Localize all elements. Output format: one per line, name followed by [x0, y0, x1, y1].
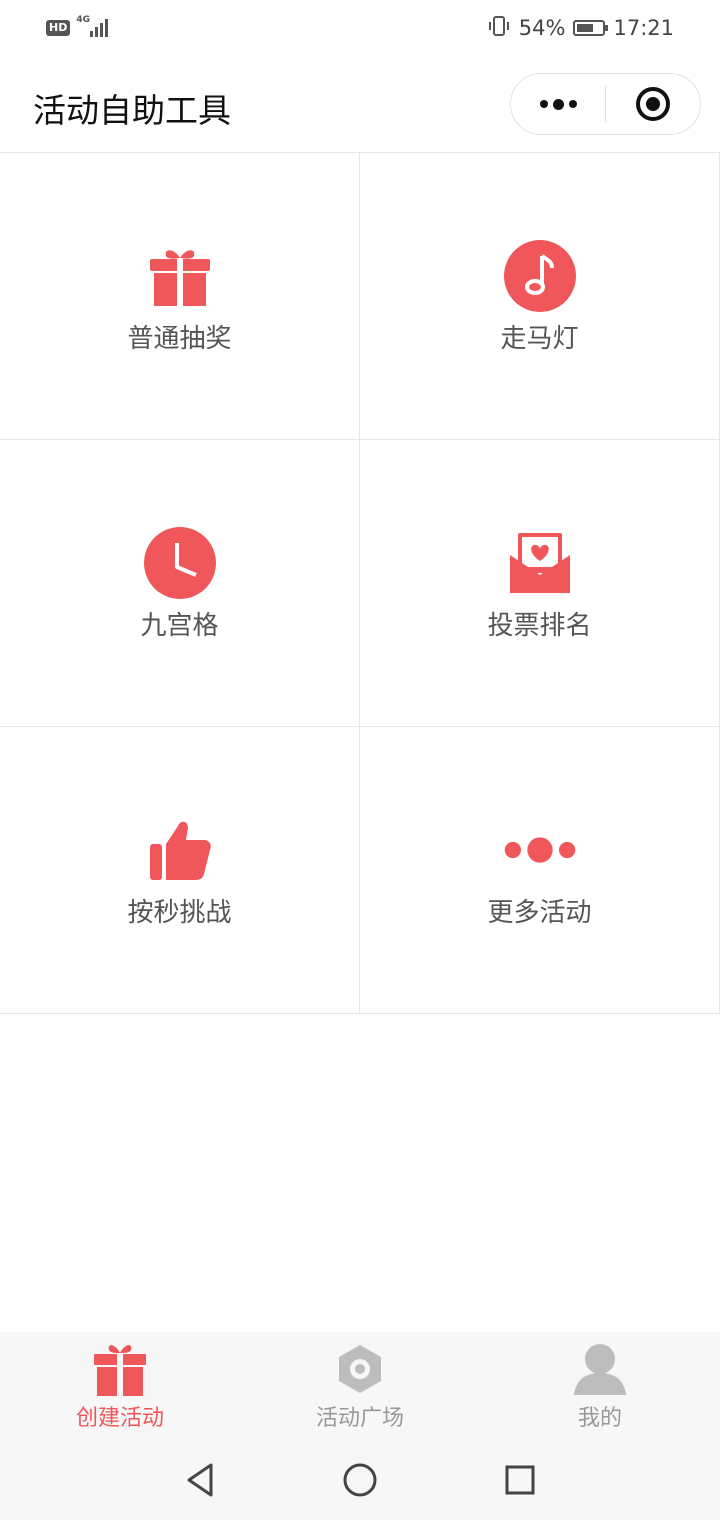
hd-badge: HD [46, 20, 71, 36]
activity-label: 投票排名 [487, 610, 592, 641]
status-right: 54% 17:21 [487, 14, 674, 43]
more-dots-icon [502, 812, 578, 888]
thumbs-up-icon [142, 812, 218, 888]
activity-vote-ranking[interactable]: 投票排名 [360, 440, 720, 727]
back-triangle-icon [187, 1463, 213, 1497]
home-button[interactable] [280, 1440, 440, 1520]
activity-more[interactable]: 更多活动 [360, 727, 720, 1014]
battery-icon [573, 20, 609, 36]
back-button[interactable] [120, 1440, 280, 1520]
activity-label: 普通抽奖 [127, 323, 232, 354]
tab-label: 创建活动 [75, 1406, 164, 1431]
more-dots-icon [539, 98, 577, 110]
page-title: 活动自助工具 [33, 91, 231, 130]
activity-label: 按秒挑战 [127, 897, 232, 928]
close-button[interactable] [606, 74, 700, 134]
activity-second-challenge[interactable]: 按秒挑战 [0, 727, 360, 1014]
tab-create-activity[interactable]: 创建活动 [0, 1332, 240, 1440]
miniprogram-capsule [510, 73, 701, 135]
activity-label: 九宫格 [140, 610, 219, 641]
activity-label: 更多活动 [487, 897, 592, 928]
activity-marquee[interactable]: 走马灯 [360, 153, 720, 440]
status-bar: HD 4G 54% 17:21 [0, 0, 720, 56]
network-label: 4G [76, 15, 90, 25]
music-note-icon [502, 238, 578, 314]
tab-label: 我的 [577, 1406, 622, 1431]
bottom-tab-bar: 创建活动 活动广场 我的 [0, 1332, 720, 1440]
signal-icon: 4G [76, 15, 110, 39]
more-button[interactable] [511, 74, 605, 134]
activity-nine-grid[interactable]: 九宫格 [0, 440, 360, 727]
tab-label: 活动广场 [315, 1406, 404, 1431]
tab-activity-square[interactable]: 活动广场 [240, 1332, 480, 1440]
system-nav-bar [0, 1440, 720, 1520]
recents-square-icon [505, 1465, 535, 1495]
user-icon [570, 1340, 630, 1398]
vibrate-icon [487, 14, 511, 43]
clock-time: 17:21 [613, 16, 674, 40]
gift-icon [142, 238, 218, 314]
activity-normal-lottery[interactable]: 普通抽奖 [0, 153, 360, 440]
home-circle-icon [343, 1463, 377, 1497]
app-header: 活动自助工具 [0, 56, 720, 153]
status-left: HD 4G [46, 15, 110, 39]
battery-percent: 54% [518, 16, 566, 40]
tab-mine[interactable]: 我的 [480, 1332, 720, 1440]
clock-icon [142, 525, 218, 601]
heart-envelope-icon [502, 525, 578, 601]
activity-grid: 普通抽奖 走马灯 九宫格 投票排名 按秒挑战 更多活动 [0, 153, 720, 1014]
target-icon [636, 87, 670, 121]
activity-label: 走马灯 [500, 323, 579, 354]
recents-button[interactable] [440, 1440, 600, 1520]
hexagon-icon [330, 1340, 390, 1398]
gift-icon [90, 1340, 150, 1398]
